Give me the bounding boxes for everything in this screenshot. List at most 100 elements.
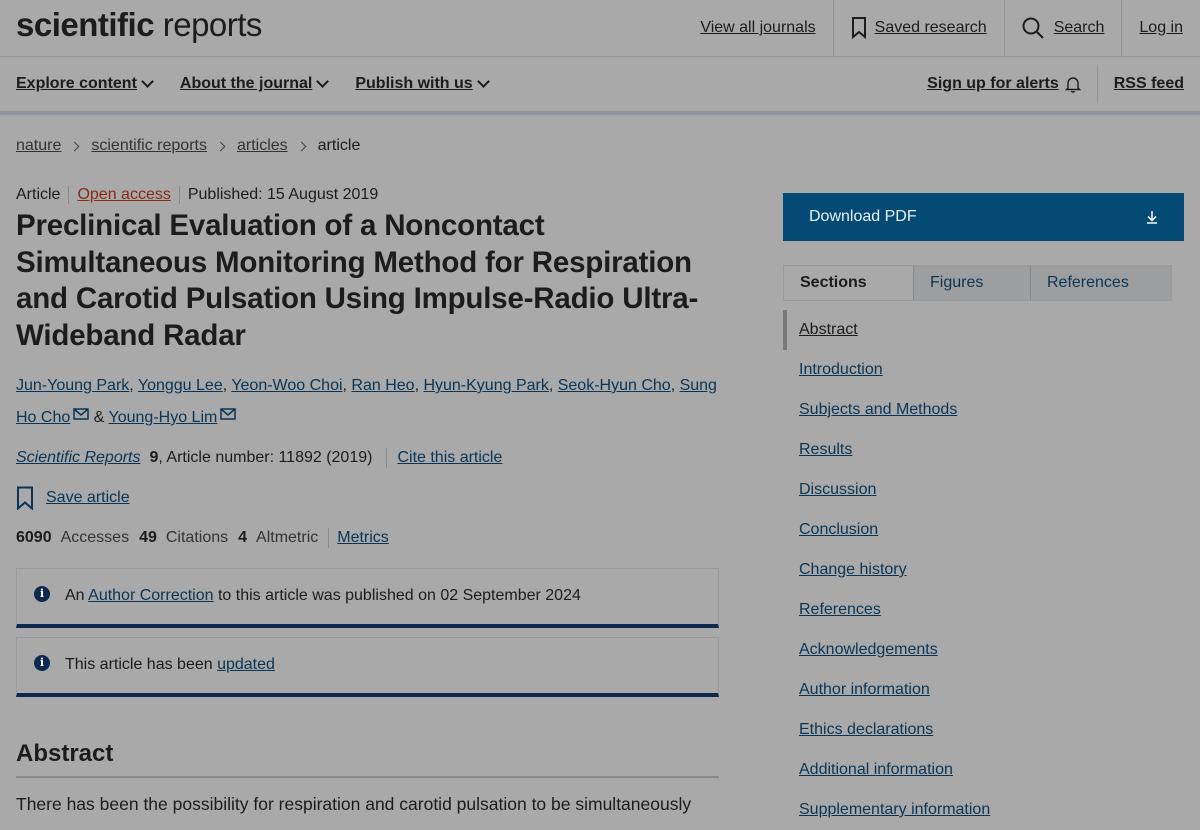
section-link-ethics-declarations[interactable]: Ethics declarations (783, 710, 1172, 750)
accesses-value: 6090 (16, 529, 52, 546)
altmetric-value: 4 (238, 529, 248, 546)
journal-link[interactable]: Scientific Reports (16, 449, 141, 467)
section-link-author-information[interactable]: Author information (783, 670, 1172, 710)
save-article-label: Save article (46, 489, 130, 506)
author-link[interactable]: Hyun-Kyung Park (423, 377, 548, 394)
bookmark-icon (17, 486, 33, 510)
chevron-down-icon (476, 74, 490, 88)
rss-feed-link[interactable]: RSS feed (1096, 65, 1200, 103)
tab-references[interactable]: References (1030, 266, 1145, 300)
log-in-link[interactable]: Log in (1121, 0, 1200, 56)
altmetric-label: Altmetric (256, 529, 319, 546)
section-link-supplementary-information[interactable]: Supplementary information (783, 790, 1172, 830)
section-link-subjects-methods[interactable]: Subjects and Methods (783, 390, 1172, 430)
published-date: Published: 15 August 2019 (178, 186, 386, 204)
section-link-acknowledgements[interactable]: Acknowledgements (783, 630, 1172, 670)
author-link[interactable]: Jun-Young Park (16, 377, 129, 394)
download-icon (1147, 211, 1157, 224)
divider (386, 448, 388, 468)
abstract-text: There has been the possibility for respi… (16, 794, 692, 814)
publish-with-us-menu[interactable]: Publish with us (355, 74, 490, 93)
chevron-right-icon (215, 141, 226, 151)
author-link[interactable]: Ran Heo (351, 377, 414, 394)
accesses-label: Accesses (60, 529, 130, 546)
section-link-additional-information[interactable]: Additional information (783, 750, 1172, 790)
section-link-introduction[interactable]: Introduction (783, 350, 1172, 390)
site-logo[interactable]: scientific reports (16, 6, 262, 44)
chevron-down-icon (141, 74, 154, 88)
logo-bold: scientific (16, 6, 155, 43)
download-pdf-label: Download PDF (809, 208, 917, 225)
author-link[interactable]: Seok-Hyun Cho (558, 377, 671, 394)
article-updated-notice: i This article has been updated (16, 637, 719, 697)
citation-line: Scientific Reports 9, Article number: 11… (16, 448, 719, 468)
breadcrumb-scientific-reports[interactable]: scientific reports (91, 137, 207, 155)
chevron-right-icon (69, 141, 80, 151)
author-correction-link[interactable]: Author Correction (88, 587, 213, 604)
article-meta: Article Open access Published: 15 August… (16, 184, 719, 206)
author-link[interactable]: Young-Hyo Lim (109, 409, 218, 426)
notice-text: An Author Correction to this article was… (65, 587, 581, 605)
citations-label: Citations (165, 529, 229, 546)
article-title: Preclinical Evaluation of a Noncontact S… (16, 209, 699, 352)
sections-list: Abstract Introduction Subjects and Metho… (783, 310, 1172, 830)
metrics-bar: 6090 Accesses 49 Citations 4 Altmetric Metr… (16, 528, 719, 548)
info-icon: i (34, 586, 50, 602)
explore-content-menu[interactable]: Explore content (16, 74, 154, 93)
breadcrumb-current: article (317, 137, 361, 154)
author-link[interactable]: Yeon-Woo Choi (231, 377, 342, 394)
abstract-heading: Abstract (16, 740, 719, 778)
save-article-button[interactable]: Save article (16, 486, 719, 510)
sidebar-tabs: Sections Figures References (783, 265, 1172, 301)
chevron-down-icon (316, 74, 330, 88)
sign-up-alerts-link[interactable]: Sign up for alerts (911, 65, 1097, 103)
divider (328, 528, 330, 548)
section-link-results[interactable]: Results (783, 430, 1172, 470)
alerts-label: Sign up for alerts (927, 75, 1059, 92)
view-all-journals-link[interactable]: View all journals (683, 0, 832, 56)
article-type: Article (16, 186, 61, 203)
section-link-change-history[interactable]: Change history (783, 550, 1172, 590)
notice-post: to this article was published on 02 Sept… (213, 587, 581, 604)
mail-icon[interactable] (73, 408, 89, 420)
section-link-references[interactable]: References (783, 590, 1172, 630)
saved-research-label: Saved research (874, 19, 987, 36)
open-access-badge: Open access (68, 186, 178, 204)
open-access-link[interactable]: Open access (77, 186, 170, 203)
saved-research-link[interactable]: Saved research (832, 0, 1004, 56)
breadcrumb-articles[interactable]: articles (237, 137, 288, 155)
article-header: Article Open access Published: 15 August… (16, 184, 719, 548)
author-correction-notice: i An Author Correction to this article w… (16, 568, 719, 628)
top-links: View all journals Saved research Search … (683, 0, 1200, 56)
search-link[interactable]: Search (1003, 0, 1122, 56)
metrics-link[interactable]: Metrics (337, 529, 389, 547)
logo-light: reports (154, 6, 263, 43)
search-label: Search (1053, 19, 1105, 36)
journal-nav: Explore content About the journal Publis… (0, 57, 1200, 115)
author-separator: , (670, 377, 680, 394)
volume: 9 (149, 449, 159, 466)
tab-figures[interactable]: Figures (913, 266, 1030, 300)
publish-with-us-label: Publish with us (355, 75, 473, 92)
cite-this-article-link[interactable]: Cite this article (397, 449, 502, 467)
breadcrumb-nature[interactable]: nature (16, 137, 61, 155)
breadcrumb: nature scientific reports articles artic… (16, 137, 360, 155)
section-link-conclusion[interactable]: Conclusion (783, 510, 1172, 550)
search-icon (1022, 17, 1044, 39)
notice-pre: An (65, 587, 89, 604)
explore-content-label: Explore content (16, 75, 137, 92)
updated-link[interactable]: updated (217, 656, 275, 673)
mail-icon[interactable] (220, 408, 237, 420)
about-journal-label: About the journal (179, 75, 313, 92)
author-link[interactable]: Yonggu Lee (138, 377, 223, 394)
download-pdf-button[interactable]: Download PDF (783, 193, 1184, 241)
about-journal-menu[interactable]: About the journal (179, 74, 330, 93)
section-link-discussion[interactable]: Discussion (783, 470, 1172, 510)
author-and: & (89, 409, 109, 426)
section-link-abstract[interactable]: Abstract (783, 310, 1172, 350)
info-icon: i (34, 655, 50, 671)
citations-value: 49 (139, 529, 157, 546)
tab-sections[interactable]: Sections (784, 266, 913, 300)
chevron-right-icon (296, 141, 307, 151)
notice-text: This article has been updated (65, 656, 275, 674)
